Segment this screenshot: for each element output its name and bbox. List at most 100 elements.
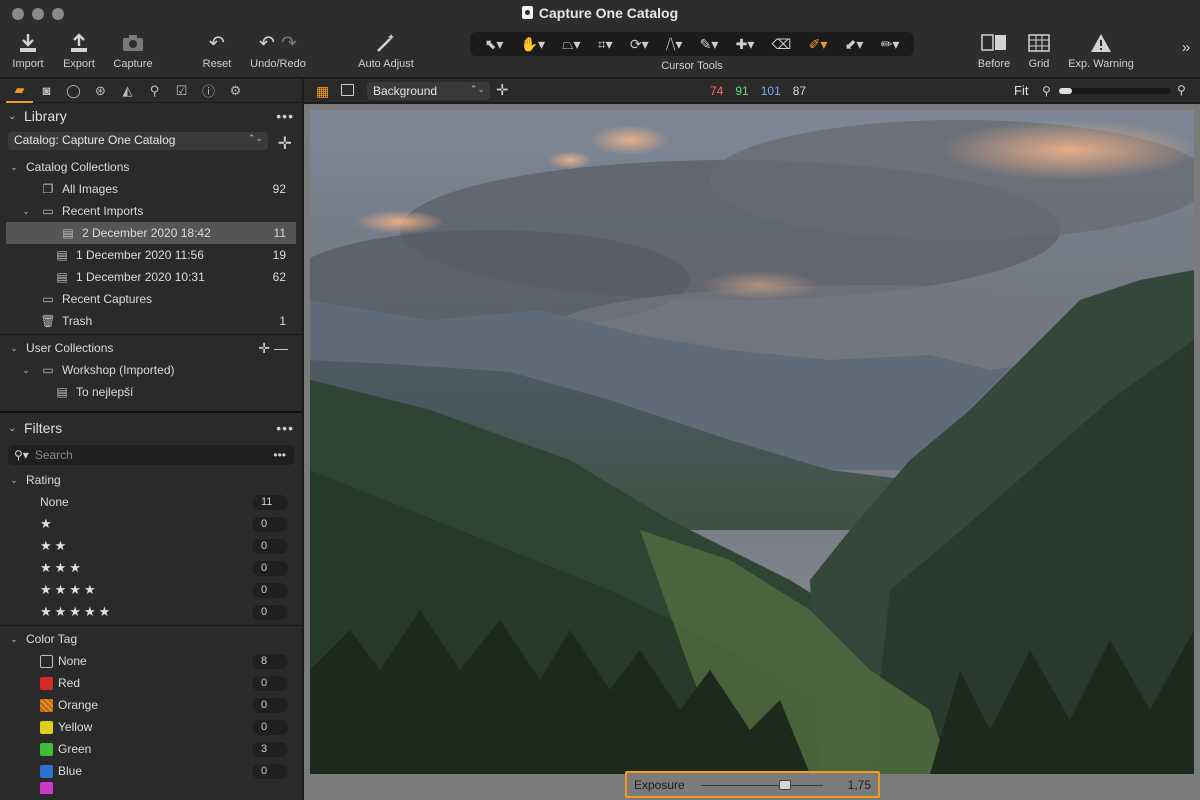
chevron-down-icon: ⌄ — [22, 205, 30, 216]
filters-section-header[interactable]: ⌄ Filters ••• — [0, 415, 302, 441]
keystone-icon[interactable]: ⧸⧹▾ — [666, 36, 683, 53]
undo-icon[interactable]: ↶ — [259, 32, 275, 55]
add-catalog-icon[interactable]: ✛ — [278, 134, 292, 154]
gradient-icon[interactable]: ⬋▾ — [845, 36, 864, 53]
capture-button[interactable]: Capture — [110, 30, 156, 70]
catalog-collections-header[interactable]: ⌄ Catalog Collections — [0, 156, 302, 178]
rating-filter-item[interactable]: ★★★★★ 0 — [0, 601, 302, 623]
color-tag-filter-item[interactable]: Yellow 0 — [0, 716, 302, 738]
grid-button[interactable]: Grid — [1022, 30, 1056, 70]
filters-search-input[interactable]: ⚲▾ Search ••• — [8, 445, 294, 465]
blue-value: 101 — [760, 84, 781, 98]
select-icon[interactable]: ⬉▾ — [485, 36, 504, 53]
annotate-icon[interactable]: ✏▾ — [881, 36, 900, 53]
brush-icon[interactable]: ✎▾ — [700, 36, 719, 53]
layer-select[interactable]: Background ⌃⌄ — [367, 82, 490, 100]
search-options-icon[interactable]: ••• — [273, 448, 286, 462]
zoom-slider-fill — [1059, 88, 1073, 94]
zoom-out-icon[interactable]: ⚲ — [1042, 84, 1051, 98]
fit-button[interactable]: Fit — [1014, 83, 1028, 98]
eraser-icon[interactable]: ⌫ — [772, 36, 792, 53]
capture-tab-icon[interactable]: ◙ — [33, 83, 60, 98]
library-tab-icon[interactable]: ▰ — [6, 79, 33, 103]
picker-icon[interactable]: ✐▾ — [809, 36, 828, 53]
exposure-slider-track[interactable] — [701, 785, 823, 786]
color-tag-filter-item[interactable]: None 8 — [0, 650, 302, 672]
color-tab-icon[interactable]: ⊛ — [87, 83, 114, 99]
rating-filter-item[interactable]: ★★★★ 0 — [0, 579, 302, 601]
before-button[interactable]: Before — [972, 30, 1016, 70]
rotate-icon[interactable]: ⟳▾ — [630, 36, 649, 53]
pan-icon[interactable]: ✋▾ — [521, 36, 545, 53]
stepper-icon: ⌃⌄ — [469, 84, 485, 94]
rating-filter-item[interactable]: ★★ 0 — [0, 535, 302, 557]
orange-swatch-icon — [40, 698, 53, 712]
undo-redo-icon: ↶ ↷ — [246, 30, 310, 56]
green-value: 91 — [735, 84, 749, 98]
red-value: 74 — [710, 84, 724, 98]
warning-icon — [1064, 30, 1138, 56]
multi-view-icon[interactable]: ▦ — [316, 83, 329, 100]
all-images-item[interactable]: ❐ All Images 92 — [0, 178, 302, 200]
zoom-slider[interactable] — [1059, 88, 1171, 94]
import-item[interactable]: ▤ 1 December 2020 11:56 19 — [0, 244, 302, 266]
lens-tab-icon[interactable]: ◯ — [60, 83, 87, 99]
import-item[interactable]: ▤ 1 December 2020 10:31 62 — [0, 266, 302, 288]
undo-redo-button[interactable]: ↶ ↷ Undo/Redo — [246, 30, 310, 71]
toolbar-overflow-button[interactable]: » — [1176, 34, 1196, 60]
folder-icon: ▭ — [42, 204, 54, 218]
details-tab-icon[interactable]: ⚲ — [141, 83, 168, 99]
smart-album-item[interactable]: ▤ To nejlepší — [0, 381, 302, 403]
single-view-icon[interactable] — [341, 84, 354, 96]
image-viewer[interactable] — [304, 104, 1200, 800]
search-icon: ⚲▾ — [14, 448, 29, 462]
export-button[interactable]: Export — [58, 30, 100, 70]
color-tag-filter-item[interactable] — [0, 782, 302, 794]
album-icon: ▤ — [56, 248, 68, 262]
filters-menu-icon[interactable]: ••• — [276, 420, 294, 436]
zoom-in-icon[interactable]: ⚲ — [1177, 83, 1186, 97]
stepper-icon: ⌃⌄ — [247, 133, 263, 143]
reset-button[interactable]: ↶ Reset — [198, 30, 236, 71]
library-section-header[interactable]: ⌄ Library ••• — [0, 103, 302, 129]
library-menu-icon[interactable]: ••• — [276, 108, 294, 124]
redo-icon[interactable]: ↷ — [281, 32, 297, 55]
recent-captures-item[interactable]: ▭ Recent Captures — [0, 288, 302, 310]
rating-filter-item[interactable]: ★★★ 0 — [0, 557, 302, 579]
import-button[interactable]: Import — [8, 30, 48, 70]
color-tag-filter-item[interactable]: Green 3 — [0, 738, 302, 760]
color-tag-header[interactable]: ⌄ Color Tag — [0, 628, 302, 650]
user-collections-header[interactable]: ⌄ User Collections ✛— — [0, 337, 302, 359]
photo[interactable] — [310, 110, 1194, 774]
chevron-down-icon: ⌄ — [10, 633, 18, 644]
add-layer-icon[interactable]: ✛ — [496, 81, 509, 99]
exp-warning-button[interactable]: Exp. Warning — [1064, 30, 1138, 70]
camera-icon — [110, 30, 156, 56]
workshop-item[interactable]: ⌄ ▭ Workshop (Imported) — [0, 359, 302, 381]
tool-tabs: ▰ ◙ ◯ ⊛ ◭ ⚲ ☑ ⓘ ⚙ — [0, 79, 302, 103]
rating-filter-item[interactable]: ★ 0 — [0, 513, 302, 535]
lightness-value: 87 — [792, 84, 807, 98]
crop-icon[interactable]: ⌗▾ — [598, 36, 613, 53]
import-item[interactable]: ▤ 2 December 2020 18:42 11 — [6, 222, 296, 244]
heal-icon[interactable]: ✚▾ — [736, 36, 755, 53]
adjustments-tab-icon[interactable]: ☑ — [168, 83, 195, 99]
empty-swatch-icon — [40, 654, 53, 668]
metadata-tab-icon[interactable]: ⓘ — [195, 81, 222, 100]
color-tag-filter-item[interactable]: Blue 0 — [0, 760, 302, 782]
rating-filter-item[interactable]: None 11 — [0, 491, 302, 513]
catalog-select[interactable]: Catalog: Capture One Catalog ⌃⌄ — [8, 132, 268, 150]
color-tag-filter-item[interactable]: Red 0 — [0, 672, 302, 694]
loupe-icon[interactable]: ⏢▾ — [562, 36, 580, 53]
red-swatch-icon — [40, 676, 53, 690]
color-tag-filter-item[interactable]: Orange 0 — [0, 694, 302, 716]
add-remove-collection-icon[interactable]: ✛— — [258, 340, 292, 357]
rgb-readout: 74 91 101 87 — [710, 84, 806, 98]
exposure-tab-icon[interactable]: ◭ — [114, 83, 141, 99]
auto-adjust-button[interactable]: Auto Adjust — [350, 30, 422, 70]
trash-item[interactable]: 🗑 Trash 1 — [0, 310, 302, 332]
recent-imports-item[interactable]: ⌄ ▭ Recent Imports — [0, 200, 302, 222]
exposure-slider-handle[interactable] — [779, 780, 791, 790]
output-tab-icon[interactable]: ⚙ — [222, 83, 249, 99]
rating-header[interactable]: ⌄ Rating — [0, 469, 302, 491]
